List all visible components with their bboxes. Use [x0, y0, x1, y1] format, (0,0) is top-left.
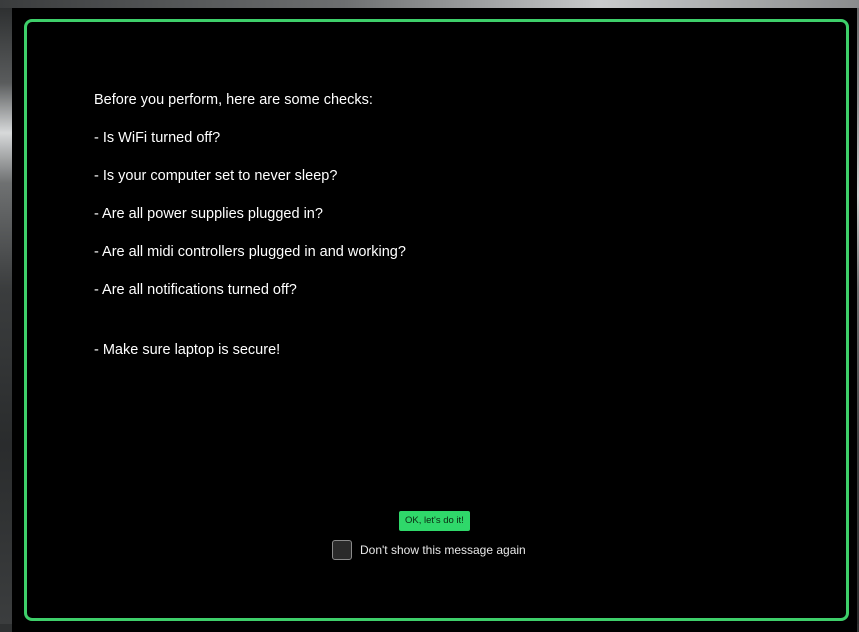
background-blur-top [0, 0, 859, 8]
checklist-intro: Before you perform, here are some checks… [94, 92, 373, 108]
checklist-item-midi: - Are all midi controllers plugged in an… [94, 244, 406, 260]
dont-show-again-label[interactable]: Don't show this message again [360, 543, 526, 557]
checklist-item-sleep: - Is your computer set to never sleep? [94, 168, 338, 184]
checklist-item-power: - Are all power supplies plugged in? [94, 206, 323, 222]
dont-show-again-option[interactable]: Don't show this message again [332, 538, 526, 562]
checklist-item-notifications: - Are all notifications turned off? [94, 282, 297, 298]
checklist-item-wifi: - Is WiFi turned off? [94, 130, 221, 146]
checklist-item-laptop-secure: - Make sure laptop is secure! [94, 342, 281, 358]
preflight-checklist-dialog: Before you perform, here are some checks… [24, 19, 849, 621]
ok-button[interactable]: OK, let's do it! [399, 511, 470, 531]
dont-show-again-checkbox[interactable] [332, 540, 352, 560]
